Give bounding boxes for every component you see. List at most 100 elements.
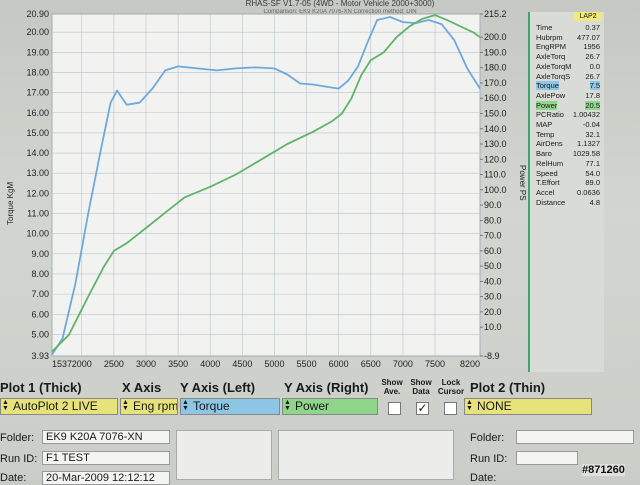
x-tick-label: 2500	[104, 359, 124, 369]
stat-value: 477.07	[577, 32, 600, 42]
stat-row-axlepow: AxlePow 17.8	[534, 91, 600, 100]
stat-value: -0.04	[582, 120, 600, 129]
y-right-tick-label: 100.0	[484, 185, 507, 195]
stat-label: Power	[536, 100, 558, 110]
plot2-select[interactable]: ▲ ▼ NONE	[464, 398, 592, 415]
y-right-tick-label: 30.0	[484, 292, 502, 302]
runid2-label: Run ID:	[470, 453, 508, 465]
folder-field[interactable]: EK9 K20A 7076-XN	[42, 430, 170, 444]
y-right-tick-label: 130.0	[484, 139, 507, 149]
stat-row-hubrpm: Hubrpm 477.07	[534, 33, 600, 42]
y-left-tick-label: 7.00	[31, 289, 49, 299]
stat-row-t-effort: T.Effort 89.0	[534, 178, 600, 187]
yright-label: Y Axis (Right)	[284, 380, 369, 395]
stat-value: 89.0	[585, 178, 600, 188]
stat-value: 4.8	[589, 197, 600, 207]
y-right-tick-label: 70.0	[484, 231, 502, 241]
show-ave-checkbox[interactable]	[388, 402, 401, 415]
stat-label: AxleTorqS	[536, 71, 571, 81]
y-left-tick-label: 20.90	[26, 9, 49, 19]
stat-row-accel: Accel 0.0636	[534, 188, 600, 197]
date-label: Date:	[0, 472, 27, 484]
spinner-arrows-icon[interactable]: ▲ ▼	[284, 399, 293, 413]
y-right-tick-label: 215.2	[484, 9, 507, 19]
stat-row-engrpm: EngRPM 1956	[534, 42, 600, 51]
notes-panel-1[interactable]	[176, 430, 272, 480]
y-right-tick-label: 180.0	[484, 63, 507, 73]
x-tick-label: 7500	[425, 359, 445, 369]
x-tick-label: 4500	[232, 359, 252, 369]
spinner-arrows-icon[interactable]: ▲ ▼	[466, 399, 475, 413]
y-right-tick-label: 80.0	[484, 215, 502, 225]
stat-row-axletorqm: AxleTorqM 0.0	[534, 62, 600, 71]
y-right-tick-label: 90.0	[484, 200, 502, 210]
y-right-tick-label: 170.0	[484, 78, 507, 88]
yright-select[interactable]: ▲ ▼ Power	[282, 398, 378, 415]
runid-label: Run ID:	[0, 453, 38, 465]
runid-field[interactable]: F1 TEST	[42, 451, 170, 465]
stat-value: 1956	[583, 42, 600, 52]
stat-value: 0.0	[589, 61, 600, 71]
folder2-label: Folder:	[470, 432, 505, 444]
stat-row-axletorq: AxleTorq 26.7	[534, 52, 600, 61]
stat-label: Torque	[536, 81, 559, 91]
yleft-label: Y Axis (Left)	[180, 380, 256, 395]
stat-value: 0.37	[585, 23, 600, 32]
xaxis-select-value: Eng rpm	[133, 399, 178, 413]
y-right-tick-label: 160.0	[484, 93, 507, 103]
stat-label: Accel	[536, 187, 555, 197]
y-right-tick-label: 140.0	[484, 124, 507, 134]
date-field[interactable]: 20-Mar-2009 12:12:12	[42, 471, 170, 485]
dyno-chart[interactable]: 1537 2000 2500 3000 3500 4000 4500 5000 5500 6000…	[0, 0, 528, 372]
stat-label: T.Effort	[536, 178, 560, 188]
y-left-tick-label: 8.00	[31, 269, 49, 279]
watermark: #871260	[582, 464, 625, 476]
y-left-tick-label: 15.00	[26, 128, 49, 138]
spinner-arrows-icon[interactable]: ▲ ▼	[122, 399, 131, 413]
y-left-tick-label: 13.00	[26, 168, 49, 178]
stat-row-distance: Distance 4.8	[534, 198, 600, 207]
plot2-select-value: NONE	[477, 399, 512, 413]
xaxis-select[interactable]: ▲ ▼ Eng rpm	[120, 398, 178, 415]
y-left-tick-label: 19.00	[26, 47, 49, 57]
stat-row-pcratio: PCRatio 1.00432	[534, 110, 600, 119]
stat-value: 77.1	[585, 158, 600, 168]
y-left-tick-label: 16.00	[26, 108, 49, 118]
y-left-tick-label: 3.93	[31, 351, 49, 361]
stat-row-speed: Speed 54.0	[534, 169, 600, 178]
show-data-checkbox[interactable]: ✓	[416, 402, 429, 415]
stat-value: 1.00432	[572, 110, 600, 120]
x-tick-label: 4000	[200, 359, 220, 369]
lock-cursor-label: Lock Cursor	[437, 378, 465, 396]
y-left-tick-label: 9.00	[31, 249, 49, 259]
folder2-field[interactable]	[516, 430, 634, 444]
y-right-tick-label: 150.0	[484, 109, 507, 119]
lock-cursor-checkbox[interactable]	[444, 402, 457, 415]
spinner-arrows-icon[interactable]: ▲ ▼	[2, 399, 11, 413]
x-tick-label: 5500	[297, 359, 317, 369]
x-tick-label: 7000	[393, 359, 413, 369]
y-left-tick-label: 5.00	[31, 329, 49, 339]
stat-label: AxlePow	[536, 90, 566, 100]
y-left-tick-label: 11.00	[27, 209, 49, 219]
stat-label: AxleTorq	[536, 52, 566, 62]
spinner-arrows-icon[interactable]: ▲ ▼	[182, 399, 191, 413]
stat-row-relhum: RelHum 77.1	[534, 159, 600, 168]
stat-label: AxleTorqM	[536, 61, 572, 71]
y-left-tick-label: 6.00	[31, 309, 49, 319]
y-right-tick-label: 40.0	[484, 276, 502, 286]
runid2-field[interactable]	[516, 451, 578, 465]
y-right-tick-label: 50.0	[484, 261, 502, 271]
xaxis-label: X Axis	[122, 380, 162, 395]
show-data-label: Show Data	[410, 378, 432, 396]
stats-header: LAP2	[574, 12, 602, 21]
yleft-select[interactable]: ▲ ▼ Torque	[180, 398, 280, 415]
stat-row-map: MAP -0.04	[534, 120, 600, 129]
stat-row-airdens: AirDens 1.1327	[534, 139, 600, 148]
notes-panel-2[interactable]	[278, 430, 454, 480]
stat-value: 7.5	[589, 81, 600, 91]
plot-area[interactable]	[51, 13, 481, 357]
stat-value: 32.1	[585, 129, 600, 139]
x-tick-label: 6500	[361, 359, 381, 369]
plot1-select[interactable]: ▲ ▼ AutoPlot 2 LIVE	[0, 398, 118, 415]
